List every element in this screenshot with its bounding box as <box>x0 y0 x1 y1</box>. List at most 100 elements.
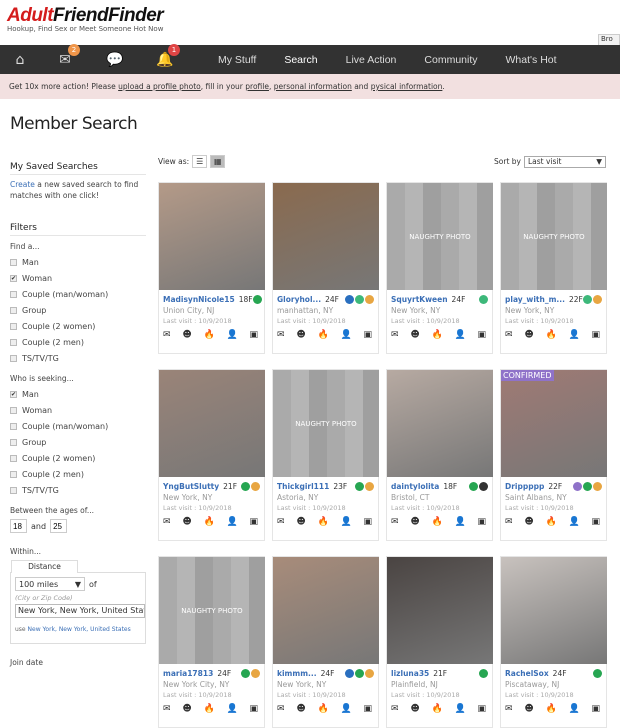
member-username[interactable]: Thickgirl111 <box>277 482 329 491</box>
gift-icon[interactable]: ▣ <box>591 330 600 340</box>
gift-icon[interactable]: ▣ <box>249 330 258 340</box>
flame-icon[interactable]: 🔥 <box>317 704 328 714</box>
message-icon[interactable]: ✉ <box>163 330 171 340</box>
flame-icon[interactable]: 🔥 <box>431 330 442 340</box>
checkbox-couple-2-women-[interactable]: Couple (2 women) <box>10 318 146 334</box>
member-photo[interactable] <box>387 557 493 664</box>
message-icon[interactable]: ✉ <box>163 704 171 714</box>
member-username[interactable]: daintylolita <box>391 482 439 491</box>
checkbox-ts-tv-tg[interactable]: TS/TV/TG <box>10 482 146 498</box>
gift-icon[interactable]: ▣ <box>363 517 372 527</box>
member-username[interactable]: play_with_m... <box>505 295 565 304</box>
create-saved-search-link[interactable]: Create <box>10 180 35 189</box>
checkbox-man[interactable]: ✔ Man <box>10 386 146 402</box>
add-friend-icon[interactable]: 👤 <box>226 517 237 527</box>
nav-chat-button[interactable]: 💬 <box>90 52 140 68</box>
distance-select[interactable]: 100 miles ▼ <box>15 577 85 591</box>
flame-icon[interactable]: 🔥 <box>545 704 556 714</box>
checkbox[interactable] <box>10 486 17 494</box>
member-photo[interactable] <box>387 370 493 477</box>
flame-icon[interactable]: 🔥 <box>545 330 556 340</box>
checkbox-couple-man-woman-[interactable]: Couple (man/woman) <box>10 286 146 302</box>
gift-icon[interactable]: ▣ <box>249 704 258 714</box>
member-card[interactable]: NAUGHTY PHOTO SquyrtKween 24F New York, NY L… <box>386 182 493 354</box>
member-username[interactable]: lizluna35 <box>391 669 429 678</box>
member-username[interactable]: kimmm... <box>277 669 317 678</box>
member-card[interactable]: MadisynNicole15 18F Union City, NJ Last vis… <box>158 182 265 354</box>
wink-icon[interactable]: ☻ <box>524 517 533 527</box>
wink-icon[interactable]: ☻ <box>182 517 191 527</box>
member-card[interactable]: YngButSlutty 21F New York, NY Last visit : … <box>158 369 265 541</box>
sort-select[interactable]: Last visit ▼ <box>524 155 606 168</box>
flame-icon[interactable]: 🔥 <box>545 517 556 527</box>
nav-mail-button[interactable]: ✉ 2 <box>40 43 90 68</box>
gift-icon[interactable]: ▣ <box>249 517 258 527</box>
checkbox-couple-2-men-[interactable]: Couple (2 men) <box>10 334 146 350</box>
member-card[interactable]: NAUGHTY PHOTO maria17813 24F New York City,… <box>158 556 265 728</box>
checkbox-ts-tv-tg[interactable]: TS/TV/TG <box>10 350 146 366</box>
wink-icon[interactable]: ☻ <box>524 330 533 340</box>
checkbox-couple-2-women-[interactable]: Couple (2 women) <box>10 450 146 466</box>
checkbox-woman[interactable]: Woman <box>10 402 146 418</box>
use-location-link[interactable]: New York, New York, United States <box>28 626 131 633</box>
wink-icon[interactable]: ☻ <box>182 704 191 714</box>
member-card[interactable]: NAUGHTY PHOTO Thickgirl111 23F Astoria, NY L… <box>272 369 379 541</box>
member-photo[interactable]: NAUGHTY PHOTO <box>159 557 265 664</box>
grid-view-button[interactable]: ▦ <box>210 155 226 168</box>
message-icon[interactable]: ✉ <box>391 330 399 340</box>
member-username[interactable]: maria17813 <box>163 669 213 678</box>
gift-icon[interactable]: ▣ <box>591 704 600 714</box>
checkbox[interactable] <box>10 258 17 266</box>
add-friend-icon[interactable]: 👤 <box>340 517 351 527</box>
wink-icon[interactable]: ☻ <box>296 704 305 714</box>
checkbox[interactable] <box>10 322 17 330</box>
member-username[interactable]: YngButSlutty <box>163 482 219 491</box>
site-logo[interactable]: AdultFriendFinder Hookup, Find Sex or Me… <box>7 6 164 34</box>
checkbox[interactable] <box>10 470 17 478</box>
checkbox[interactable]: ✔ <box>10 390 17 398</box>
wink-icon[interactable]: ☻ <box>296 330 305 340</box>
member-username[interactable]: RachelSox <box>505 669 549 678</box>
member-photo[interactable]: NAUGHTY PHOTO <box>501 183 607 290</box>
personal-info-link[interactable]: personal information <box>274 82 352 91</box>
checkbox[interactable] <box>10 338 17 346</box>
member-card[interactable]: Gloryhol... 24F manhattan, NY Last visit : … <box>272 182 379 354</box>
add-friend-icon[interactable]: 👤 <box>454 517 465 527</box>
checkbox[interactable] <box>10 290 17 298</box>
checkbox[interactable] <box>10 306 17 314</box>
message-icon[interactable]: ✉ <box>391 517 399 527</box>
member-photo[interactable] <box>273 183 379 290</box>
member-card[interactable]: CONFIRMED Drippppp 22F Saint Albans, NY Last… <box>500 369 607 541</box>
nav-bell-button[interactable]: 🔔 1 <box>140 43 190 68</box>
profile-link[interactable]: profile <box>245 82 269 91</box>
nav-my-stuff[interactable]: My Stuff <box>218 54 256 66</box>
member-photo[interactable] <box>159 183 265 290</box>
wink-icon[interactable]: ☻ <box>410 517 419 527</box>
nav-community[interactable]: Community <box>424 54 477 66</box>
checkbox-couple-2-men-[interactable]: Couple (2 men) <box>10 466 146 482</box>
wink-icon[interactable]: ☻ <box>524 704 533 714</box>
member-photo[interactable] <box>273 557 379 664</box>
upload-photo-link[interactable]: upload a profile photo <box>118 82 201 91</box>
add-friend-icon[interactable]: 👤 <box>340 330 351 340</box>
member-photo[interactable]: NAUGHTY PHOTO <box>387 183 493 290</box>
add-friend-icon[interactable]: 👤 <box>568 704 579 714</box>
nav-home-button[interactable]: ⌂ <box>0 52 40 68</box>
gift-icon[interactable]: ▣ <box>477 330 486 340</box>
message-icon[interactable]: ✉ <box>277 330 285 340</box>
add-friend-icon[interactable]: 👤 <box>340 704 351 714</box>
age-min-input[interactable] <box>10 519 27 533</box>
checkbox-couple-man-woman-[interactable]: Couple (man/woman) <box>10 418 146 434</box>
flame-icon[interactable]: 🔥 <box>203 330 214 340</box>
member-photo[interactable]: NAUGHTY PHOTO <box>273 370 379 477</box>
age-max-input[interactable] <box>50 519 68 533</box>
gift-icon[interactable]: ▣ <box>591 517 600 527</box>
gift-icon[interactable]: ▣ <box>477 517 486 527</box>
message-icon[interactable]: ✉ <box>505 704 513 714</box>
checkbox[interactable]: ✔ <box>10 274 17 282</box>
add-friend-icon[interactable]: 👤 <box>454 330 465 340</box>
flame-icon[interactable]: 🔥 <box>203 517 214 527</box>
wink-icon[interactable]: ☻ <box>410 330 419 340</box>
flame-icon[interactable]: 🔥 <box>431 704 442 714</box>
member-photo[interactable] <box>159 370 265 477</box>
